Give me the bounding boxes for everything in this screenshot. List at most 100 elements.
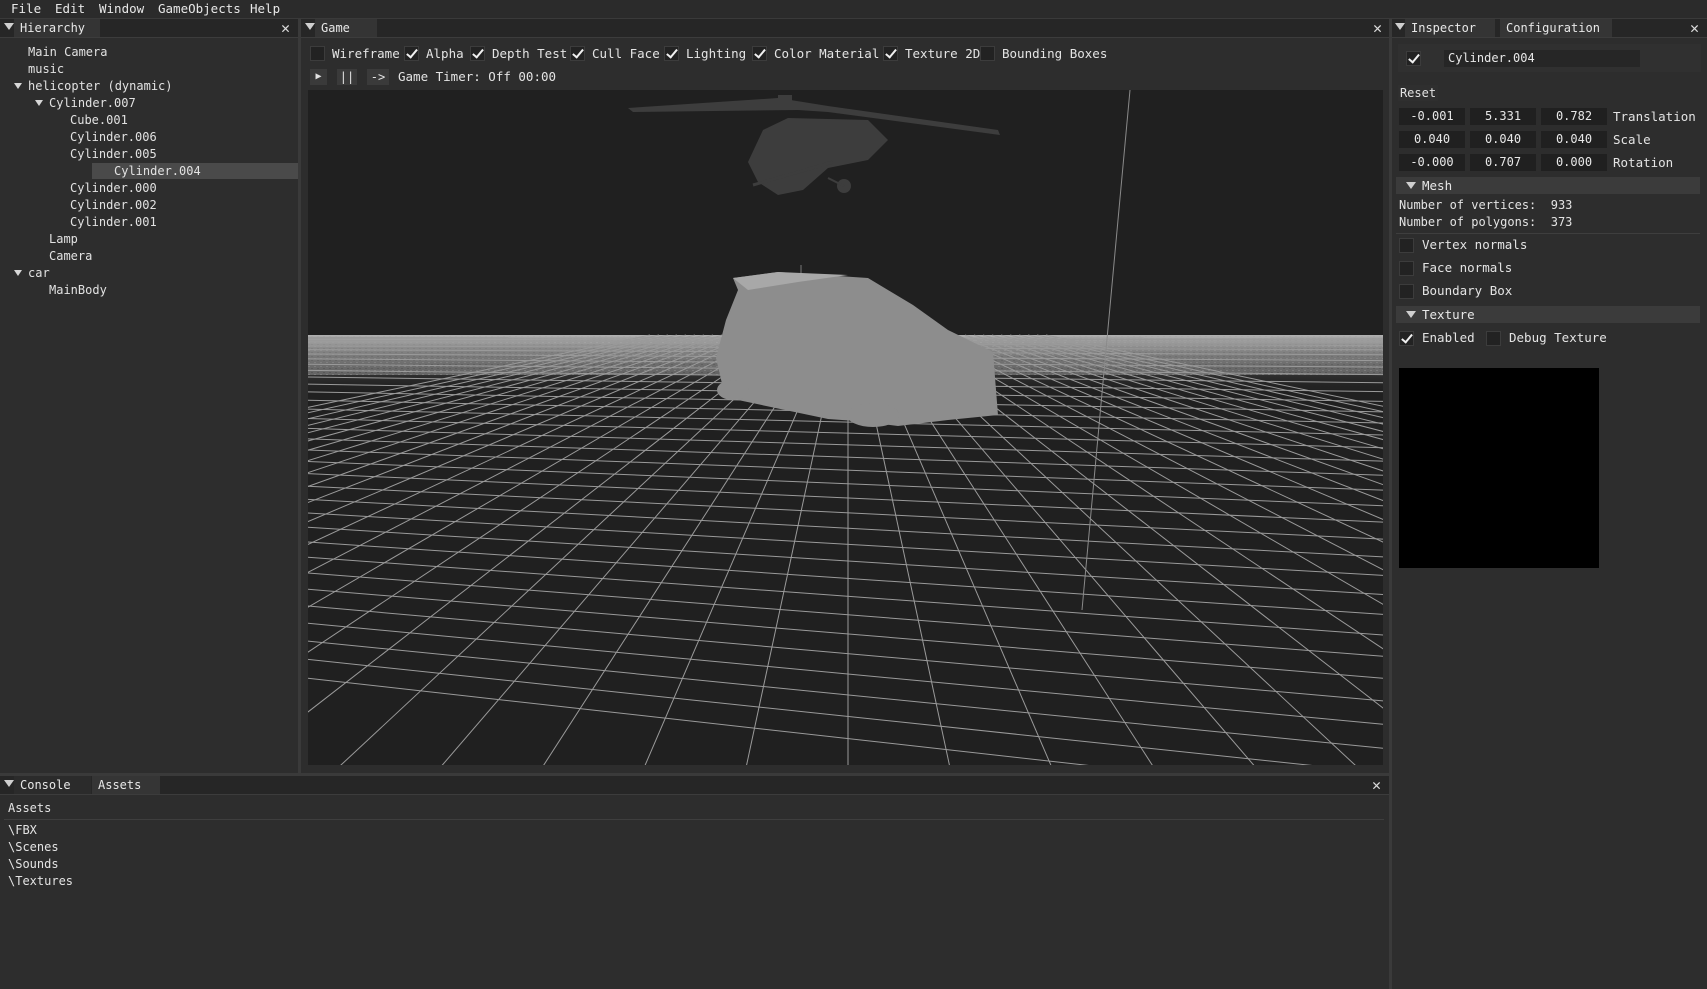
transform-value-field[interactable]: 0.782: [1541, 108, 1607, 125]
reset-button[interactable]: Reset: [1398, 85, 1438, 101]
transform-label: Rotation: [1613, 155, 1674, 170]
menu-help[interactable]: Help: [250, 1, 280, 16]
render-option-checkbox[interactable]: [752, 46, 767, 61]
tab-hierarchy[interactable]: Hierarchy: [14, 19, 100, 37]
console-titlebar: Console Assets ✕: [0, 776, 1389, 795]
asset-folder-item[interactable]: \FBX: [8, 822, 37, 838]
play-button[interactable]: ▶: [310, 69, 327, 85]
mesh-option-label: Boundary Box: [1422, 283, 1513, 298]
close-icon[interactable]: ✕: [1373, 19, 1382, 37]
hierarchy-item[interactable]: Cylinder.006: [70, 129, 157, 145]
expand-arrow-icon[interactable]: [14, 83, 22, 89]
transform-value-field[interactable]: 0.040: [1399, 131, 1465, 148]
hierarchy-item-label: helicopter (dynamic): [28, 79, 173, 93]
mesh-section-header[interactable]: Mesh: [1396, 177, 1700, 194]
tab-configuration[interactable]: Configuration: [1500, 19, 1612, 37]
collapse-panel-icon[interactable]: [1395, 23, 1405, 30]
render-option-checkbox[interactable]: [980, 46, 995, 61]
debug-texture-checkbox[interactable]: [1486, 331, 1501, 346]
menu-window[interactable]: Window: [99, 1, 144, 16]
hierarchy-item[interactable]: Main Camera: [28, 44, 107, 60]
collapse-panel-icon[interactable]: [4, 780, 14, 787]
hierarchy-item-label: Main Camera: [28, 45, 108, 59]
hierarchy-item-label: Camera: [49, 249, 93, 263]
hierarchy-item[interactable]: Cylinder.000: [70, 180, 157, 196]
hierarchy-item[interactable]: Lamp: [49, 231, 78, 247]
hierarchy-item[interactable]: Cube.001: [70, 112, 128, 128]
hierarchy-item-label: car: [28, 266, 50, 280]
close-icon[interactable]: ✕: [1690, 19, 1699, 37]
game-viewport[interactable]: [308, 90, 1383, 765]
divider: [1396, 233, 1700, 234]
collapse-panel-icon[interactable]: [305, 23, 315, 30]
texture-preview: [1399, 368, 1599, 568]
menu-bar: File Edit Window GameObjects Help: [0, 0, 1707, 19]
mesh-option-checkbox[interactable]: [1399, 238, 1414, 253]
hierarchy-item[interactable]: helicopter (dynamic): [14, 78, 173, 94]
transform-value-field[interactable]: 0.000: [1541, 154, 1607, 171]
pause-button[interactable]: ||: [337, 69, 357, 85]
asset-folder-item[interactable]: \Sounds: [8, 856, 59, 872]
hierarchy-item[interactable]: MainBody: [49, 282, 107, 298]
chevron-down-icon: [1406, 311, 1416, 318]
transform-value-field[interactable]: 0.707: [1470, 154, 1536, 171]
hierarchy-item[interactable]: Camera: [49, 248, 92, 264]
hierarchy-item[interactable]: Cylinder.001: [70, 214, 157, 230]
expand-arrow-icon[interactable]: [35, 100, 43, 106]
tab-game[interactable]: Game: [315, 19, 377, 37]
step-button[interactable]: ->: [367, 69, 389, 85]
collapse-panel-icon[interactable]: [4, 23, 14, 30]
hierarchy-item[interactable]: Cylinder.007: [35, 95, 136, 111]
transform-value-field[interactable]: -0.000: [1399, 154, 1465, 171]
menu-gameobjects[interactable]: GameObjects: [158, 1, 241, 16]
tab-console[interactable]: Console: [14, 776, 91, 794]
mesh-option-checkbox[interactable]: [1399, 261, 1414, 276]
asset-folder-item[interactable]: \Textures: [8, 873, 73, 889]
render-option-label: Wireframe: [332, 46, 400, 61]
game-titlebar: Game ✕: [301, 19, 1389, 38]
debug-texture-label: Debug Texture: [1509, 330, 1607, 345]
hierarchy-item-label: music: [28, 62, 65, 76]
render-option-checkbox[interactable]: [883, 46, 898, 61]
tab-assets[interactable]: Assets: [92, 776, 160, 794]
hierarchy-item-label: Cylinder.004: [114, 164, 201, 178]
expand-arrow-icon[interactable]: [14, 270, 22, 276]
menu-file[interactable]: File: [11, 1, 41, 16]
hierarchy-item-label: Cylinder.007: [49, 96, 136, 110]
render-option-checkbox[interactable]: [310, 46, 325, 61]
hierarchy-item[interactable]: music: [28, 61, 64, 77]
polygon-count: Number of polygons: 373: [1399, 215, 1573, 229]
object-active-checkbox[interactable]: [1406, 51, 1421, 66]
close-icon[interactable]: ✕: [1372, 776, 1381, 794]
hierarchy-item[interactable]: Cylinder.002: [70, 197, 157, 213]
hierarchy-item[interactable]: Cylinder.005: [70, 146, 157, 162]
close-icon[interactable]: ✕: [281, 19, 290, 37]
hierarchy-item-label: Cylinder.000: [70, 181, 157, 195]
menu-edit[interactable]: Edit: [55, 1, 85, 16]
render-option-checkbox[interactable]: [404, 46, 419, 61]
render-option-checkbox[interactable]: [570, 46, 585, 61]
assets-heading: Assets: [8, 801, 52, 815]
object-name-field[interactable]: Cylinder.004: [1444, 50, 1640, 67]
hierarchy-item-label: Cylinder.002: [70, 198, 157, 212]
inspector-titlebar: Inspector Configuration ✕: [1392, 19, 1707, 38]
transform-value-field[interactable]: 0.040: [1470, 131, 1536, 148]
texture-enabled-checkbox[interactable]: [1399, 331, 1414, 346]
hierarchy-item[interactable]: car: [14, 265, 50, 281]
hierarchy-item-label: Cylinder.006: [70, 130, 157, 144]
mesh-option-checkbox[interactable]: [1399, 284, 1414, 299]
helicopter-model: [628, 95, 1000, 195]
texture-enabled-label: Enabled: [1422, 330, 1475, 345]
tab-inspector[interactable]: Inspector: [1405, 19, 1495, 37]
transform-value-field[interactable]: 5.331: [1470, 108, 1536, 125]
game-timer: Game Timer: Off 00:00: [398, 69, 557, 84]
hierarchy-item-label: MainBody: [49, 283, 107, 297]
transform-value-field[interactable]: -0.001: [1399, 108, 1465, 125]
texture-section-header[interactable]: Texture: [1396, 306, 1700, 323]
mesh-section-title: Mesh: [1422, 178, 1453, 193]
asset-folder-item[interactable]: \Scenes: [8, 839, 59, 855]
transform-value-field[interactable]: 0.040: [1541, 131, 1607, 148]
render-option-checkbox[interactable]: [470, 46, 485, 61]
render-option-label: Texture 2D: [905, 46, 981, 61]
render-option-checkbox[interactable]: [664, 46, 679, 61]
